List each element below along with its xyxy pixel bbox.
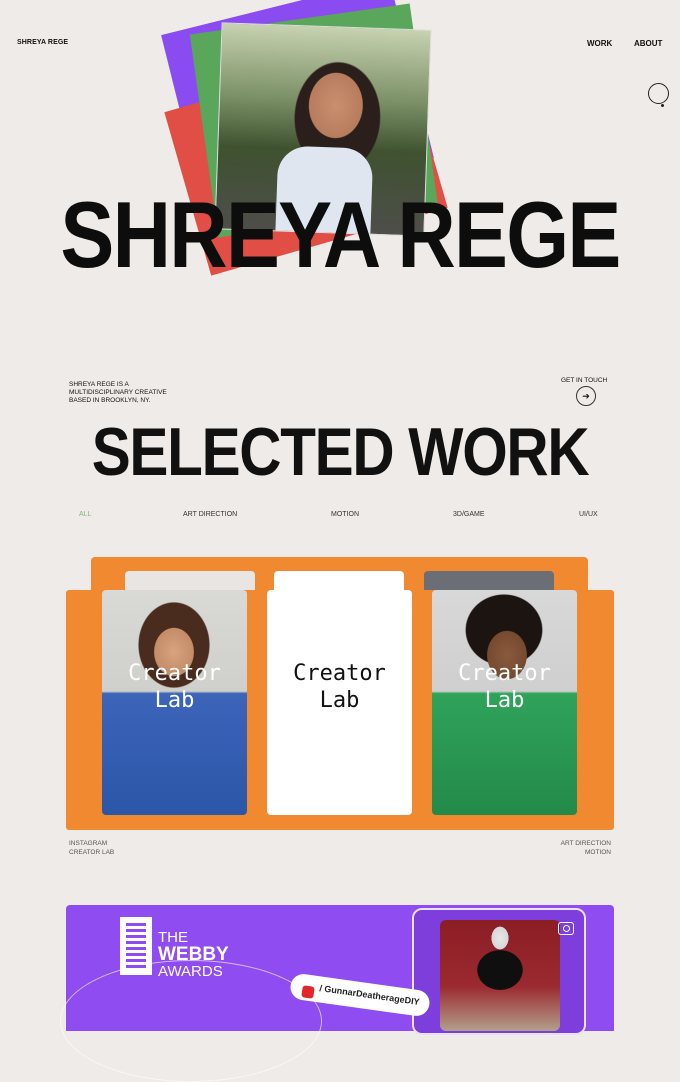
creator-lab-line1: Creator <box>293 661 386 686</box>
project-meta-disciplines: ART DIRECTION MOTION <box>520 839 611 857</box>
youtube-shorts-icon <box>301 985 315 999</box>
webby-awards-wordmark: THE WEBBY AWARDS <box>158 930 229 979</box>
creator-lab-line2: Lab <box>484 688 525 713</box>
nav-work-link[interactable]: WORK <box>587 39 612 48</box>
creator-lab-line2: Lab <box>154 688 195 713</box>
filter-art-direction[interactable]: ART DIRECTION <box>183 511 237 518</box>
project-meta-client: INSTAGRAM CREATOR LAB <box>69 839 114 857</box>
creator-lab-text-left: Creator Lab <box>102 660 247 714</box>
webby-line3: AWARDS <box>158 963 223 980</box>
creator-lab-text-center: Creator Lab <box>267 660 412 714</box>
webby-logo-stripes <box>126 923 146 969</box>
hero-title: SHREYA REGE <box>60 182 621 287</box>
nav-about-link[interactable]: ABOUT <box>634 39 662 48</box>
dress-mannequin-image <box>440 920 560 1031</box>
get-in-touch-link[interactable]: GET IN TOUCH <box>561 377 607 384</box>
creator-lab-line1: Creator <box>128 661 221 686</box>
cursor-dot-icon <box>661 104 664 107</box>
webby-line1: THE <box>158 929 188 946</box>
creator-lab-line2: Lab <box>319 688 360 713</box>
cursor-ring-icon <box>648 83 669 104</box>
arrow-right-icon[interactable]: ➔ <box>576 386 596 406</box>
filter-all[interactable]: ALL <box>79 511 91 518</box>
section-title-selected-work: SELECTED WORK <box>91 414 590 490</box>
camera-lens-icon <box>563 925 570 932</box>
meta-client-line1: INSTAGRAM <box>69 840 108 847</box>
creator-lab-text-right: Creator Lab <box>432 660 577 714</box>
webby-line2: WEBBY <box>158 944 229 965</box>
filter-motion[interactable]: MOTION <box>331 511 359 518</box>
filter-3d-game[interactable]: 3D/GAME <box>453 511 485 518</box>
intro-bio: SHREYA REGE IS A MULTIDISCIPLINARY CREAT… <box>69 381 167 404</box>
meta-client-line2: CREATOR LAB <box>69 849 115 856</box>
meta-discipline-line1: ART DIRECTION <box>560 840 611 847</box>
creator-lab-line1: Creator <box>458 661 551 686</box>
filter-ui-ux[interactable]: UI/UX <box>579 511 598 518</box>
meta-discipline-line2: MOTION <box>585 849 611 856</box>
site-logo[interactable]: SHREYA REGE <box>17 39 68 46</box>
